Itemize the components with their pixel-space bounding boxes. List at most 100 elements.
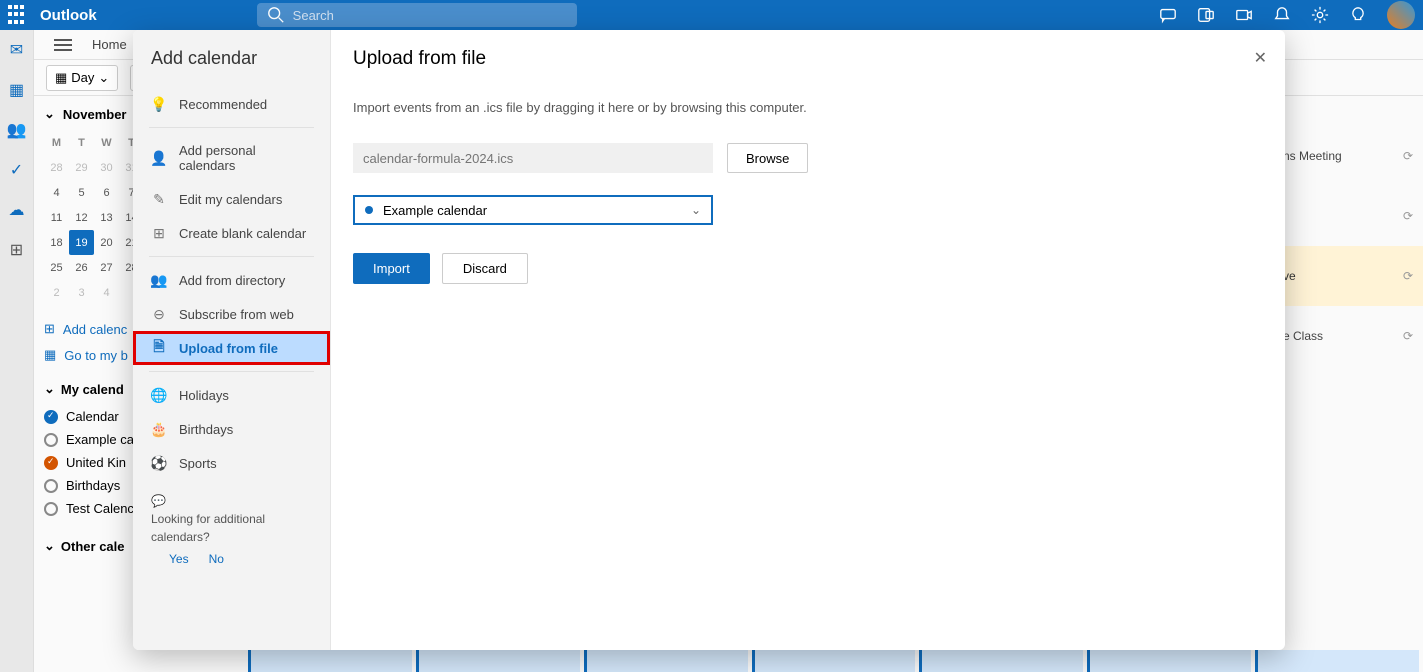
more-apps-icon[interactable]: ⊞ bbox=[7, 240, 27, 260]
nav-item-add-personal-calendars[interactable]: 👤 Add personal calendars bbox=[133, 134, 330, 182]
event-pill[interactable] bbox=[248, 650, 412, 672]
calendar-label: Example ca bbox=[66, 432, 134, 447]
event-pill[interactable] bbox=[416, 650, 580, 672]
calendar-label: Calendar bbox=[66, 409, 119, 424]
nav-icon: 👤 bbox=[151, 150, 167, 166]
onedrive-icon[interactable]: ☁ bbox=[7, 200, 27, 220]
month-name: November bbox=[63, 107, 127, 122]
event-pill[interactable] bbox=[584, 650, 748, 672]
nav-label: Add personal calendars bbox=[179, 143, 312, 173]
calendar-checkbox[interactable] bbox=[44, 433, 58, 447]
nav-item-create-blank-calendar[interactable]: ⊞Create blank calendar bbox=[133, 216, 330, 250]
calendar-checkbox[interactable] bbox=[44, 479, 58, 493]
event-pill[interactable] bbox=[919, 650, 1083, 672]
calendar-day[interactable]: 18 bbox=[44, 230, 69, 255]
calendar-day[interactable]: 13 bbox=[94, 205, 119, 230]
chat-icon[interactable] bbox=[1159, 6, 1177, 24]
mail-icon[interactable]: ✉ bbox=[7, 40, 27, 60]
nav-icon: 🎂 bbox=[151, 421, 167, 437]
calendar-day[interactable]: 30 bbox=[94, 155, 119, 180]
calendar-color-dot bbox=[365, 206, 373, 214]
meet-now-icon[interactable] bbox=[1235, 6, 1253, 24]
nav-label: Holidays bbox=[179, 388, 229, 403]
calendar-day[interactable]: 11 bbox=[44, 205, 69, 230]
nav-item-subscribe-from-web[interactable]: ⊖Subscribe from web bbox=[133, 297, 330, 331]
add-calendar-modal: Add calendar 💡Recommended👤Add personal c… bbox=[133, 30, 1285, 650]
nav-item-recommended[interactable]: 💡 Recommended bbox=[133, 87, 330, 121]
selected-calendar-label: Example calendar bbox=[383, 203, 487, 218]
calendar-day[interactable]: 20 bbox=[94, 230, 119, 255]
calendar-icon[interactable]: ▦ bbox=[7, 80, 27, 100]
discard-button[interactable]: Discard bbox=[442, 253, 528, 284]
calendar-day[interactable]: 26 bbox=[69, 255, 94, 280]
nav-label: Subscribe from web bbox=[179, 307, 294, 322]
calendar-day[interactable]: 6 bbox=[94, 180, 119, 205]
feedback-yes[interactable]: Yes bbox=[169, 550, 189, 568]
calendar-label: Test Calenc bbox=[66, 501, 134, 516]
event-row[interactable]: e Class⟳ bbox=[1283, 306, 1423, 366]
teams-icon[interactable] bbox=[1197, 6, 1215, 24]
people-icon[interactable]: 👥 bbox=[7, 120, 27, 140]
calendar-day[interactable]: 12 bbox=[69, 205, 94, 230]
notifications-icon[interactable] bbox=[1273, 6, 1291, 24]
recurring-icon: ⟳ bbox=[1403, 149, 1413, 163]
nav-item-holidays[interactable]: 🌐 Holidays bbox=[133, 378, 330, 412]
browse-button[interactable]: Browse bbox=[727, 143, 808, 173]
nav-label: Create blank calendar bbox=[179, 226, 306, 241]
avatar[interactable] bbox=[1387, 1, 1415, 29]
tips-icon[interactable] bbox=[1349, 6, 1367, 24]
event-pill[interactable] bbox=[1087, 650, 1251, 672]
event-row[interactable]: ⟳ bbox=[1283, 186, 1423, 246]
event-pill[interactable] bbox=[752, 650, 916, 672]
nav-label: Edit my calendars bbox=[179, 192, 282, 207]
feedback-no[interactable]: No bbox=[209, 550, 224, 568]
nav-label: Add from directory bbox=[179, 273, 285, 288]
nav-label: Recommended bbox=[179, 97, 267, 112]
event-title: e Class bbox=[1283, 329, 1323, 343]
nav-label: Sports bbox=[179, 456, 217, 471]
search-input[interactable]: Search bbox=[257, 3, 577, 27]
calendar-checkbox[interactable] bbox=[44, 456, 58, 470]
file-path-input[interactable] bbox=[353, 143, 713, 173]
nav-item-sports[interactable]: ⚽Sports bbox=[133, 446, 330, 480]
day-view-button[interactable]: ▦ Day ⌄ bbox=[46, 65, 118, 91]
feedback-section: 💬 Looking for additional calendars? Yes … bbox=[133, 480, 330, 580]
nav-item-upload-from-file[interactable]: 🗎Upload from file bbox=[133, 331, 330, 365]
booking-icon: ▦ bbox=[44, 347, 56, 363]
weekday-header: W bbox=[94, 130, 119, 155]
calendar-checkbox[interactable] bbox=[44, 410, 58, 424]
calendar-day[interactable]: 4 bbox=[44, 180, 69, 205]
chevron-down-icon[interactable]: ⌄ bbox=[44, 106, 55, 122]
chevron-down-icon: ⌄ bbox=[44, 538, 55, 554]
search-placeholder: Search bbox=[293, 8, 334, 23]
nav-item-add-from-directory[interactable]: 👥Add from directory bbox=[133, 263, 330, 297]
settings-icon[interactable] bbox=[1311, 6, 1329, 24]
nav-icon: 💡 bbox=[151, 96, 167, 112]
calendar-day[interactable]: 2 bbox=[44, 280, 69, 305]
calendar-day[interactable]: 19 bbox=[69, 230, 94, 255]
close-button[interactable]: ✕ bbox=[1254, 48, 1267, 68]
nav-item-edit-my-calendars[interactable]: ✎Edit my calendars bbox=[133, 182, 330, 216]
event-row[interactable]: ns Meeting⟳ bbox=[1283, 126, 1423, 186]
import-button[interactable]: Import bbox=[353, 253, 430, 284]
menu-toggle-icon[interactable] bbox=[54, 39, 72, 51]
nav-icon: 🌐 bbox=[151, 387, 167, 403]
calendar-day[interactable]: 27 bbox=[94, 255, 119, 280]
todo-icon[interactable]: ✓ bbox=[7, 160, 27, 180]
calendar-checkbox[interactable] bbox=[44, 502, 58, 516]
calendar-day[interactable]: 5 bbox=[69, 180, 94, 205]
chevron-down-icon: ⌄ bbox=[691, 203, 701, 217]
left-rail: ✉ ▦ 👥 ✓ ☁ ⊞ bbox=[0, 30, 34, 672]
calendar-day[interactable]: 25 bbox=[44, 255, 69, 280]
recurring-icon: ⟳ bbox=[1403, 209, 1413, 223]
tab-home[interactable]: Home bbox=[92, 37, 127, 52]
calendar-select[interactable]: Example calendar ⌄ bbox=[353, 195, 713, 225]
event-pill[interactable] bbox=[1255, 650, 1419, 672]
app-launcher-icon[interactable] bbox=[8, 5, 28, 25]
calendar-day[interactable]: 4 bbox=[94, 280, 119, 305]
calendar-day[interactable]: 3 bbox=[69, 280, 94, 305]
event-row[interactable]: ve⟳ bbox=[1283, 246, 1423, 306]
calendar-day[interactable]: 29 bbox=[69, 155, 94, 180]
nav-item-birthdays[interactable]: 🎂Birthdays bbox=[133, 412, 330, 446]
calendar-day[interactable]: 28 bbox=[44, 155, 69, 180]
